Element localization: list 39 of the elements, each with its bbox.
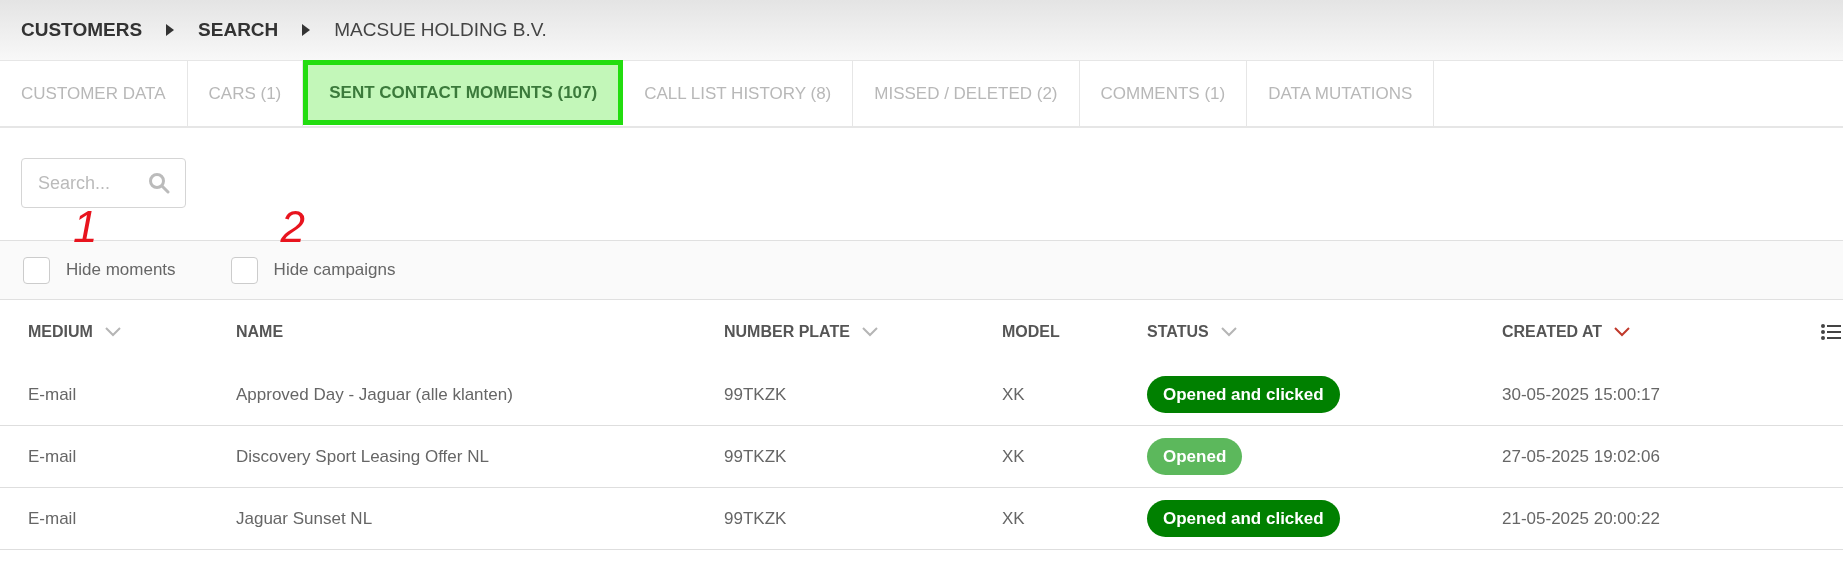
tab[interactable]: SENT CONTACT MOMENTS (107) xyxy=(303,60,624,125)
column-header[interactable]: NUMBER PLATE xyxy=(724,320,850,344)
column-header: MODEL xyxy=(1002,322,1060,342)
list-icon[interactable] xyxy=(1821,324,1841,340)
table-cell: 21-05-2025 20:00:22 xyxy=(1502,508,1660,528)
checkbox[interactable] xyxy=(230,256,258,284)
status-badge: Opened and clicked xyxy=(1147,375,1340,414)
table-cell: 99TKZK xyxy=(724,508,787,528)
table-cell: XK xyxy=(1002,384,1025,404)
table-cell: 99TKZK xyxy=(724,384,787,404)
table-cell: 30-05-2025 15:00:17 xyxy=(1502,384,1660,404)
column-header[interactable]: STATUS xyxy=(1147,320,1209,344)
checkbox-label: Hide moments xyxy=(66,259,176,282)
column-header[interactable]: MEDIUM xyxy=(28,320,93,344)
column-header[interactable]: CREATED AT xyxy=(1502,320,1603,344)
table-cell: XK xyxy=(1002,508,1025,528)
caret-right-icon xyxy=(302,24,311,36)
caret-right-icon xyxy=(166,24,175,36)
status-badge: Opened xyxy=(1147,437,1243,476)
table-cell: E-mail xyxy=(28,384,77,404)
status-badge: Opened and clicked xyxy=(1147,499,1340,538)
table-cell: E-mail xyxy=(28,508,77,528)
table-cell: Approved Day - Jaguar (alle klanten) xyxy=(236,384,513,404)
breadcrumb-item: MACSUE HOLDING B.V. xyxy=(334,17,547,42)
table-cell: Jaguar Sunset NL xyxy=(236,508,373,528)
breadcrumb-item[interactable]: SEARCH xyxy=(198,15,279,45)
table-cell: Discovery Sport Leasing Offer NL xyxy=(236,446,489,466)
column-header: NAME xyxy=(236,322,284,342)
table-cell: E-mail xyxy=(28,446,77,466)
table-cell: 99TKZK xyxy=(724,446,787,466)
search-icon xyxy=(148,172,170,194)
handwritten-number: 2 xyxy=(280,204,306,249)
table-cell: 27-05-2025 19:02:06 xyxy=(1502,446,1660,466)
search-field[interactable]: Search... xyxy=(21,158,186,208)
sort-chevron-icon[interactable] xyxy=(1614,327,1631,337)
breadcrumb-item[interactable]: CUSTOMERS xyxy=(21,15,143,45)
checkbox-label: Hide campaigns xyxy=(273,259,396,282)
checkbox[interactable] xyxy=(23,256,50,284)
table-cell: XK xyxy=(1002,446,1025,466)
